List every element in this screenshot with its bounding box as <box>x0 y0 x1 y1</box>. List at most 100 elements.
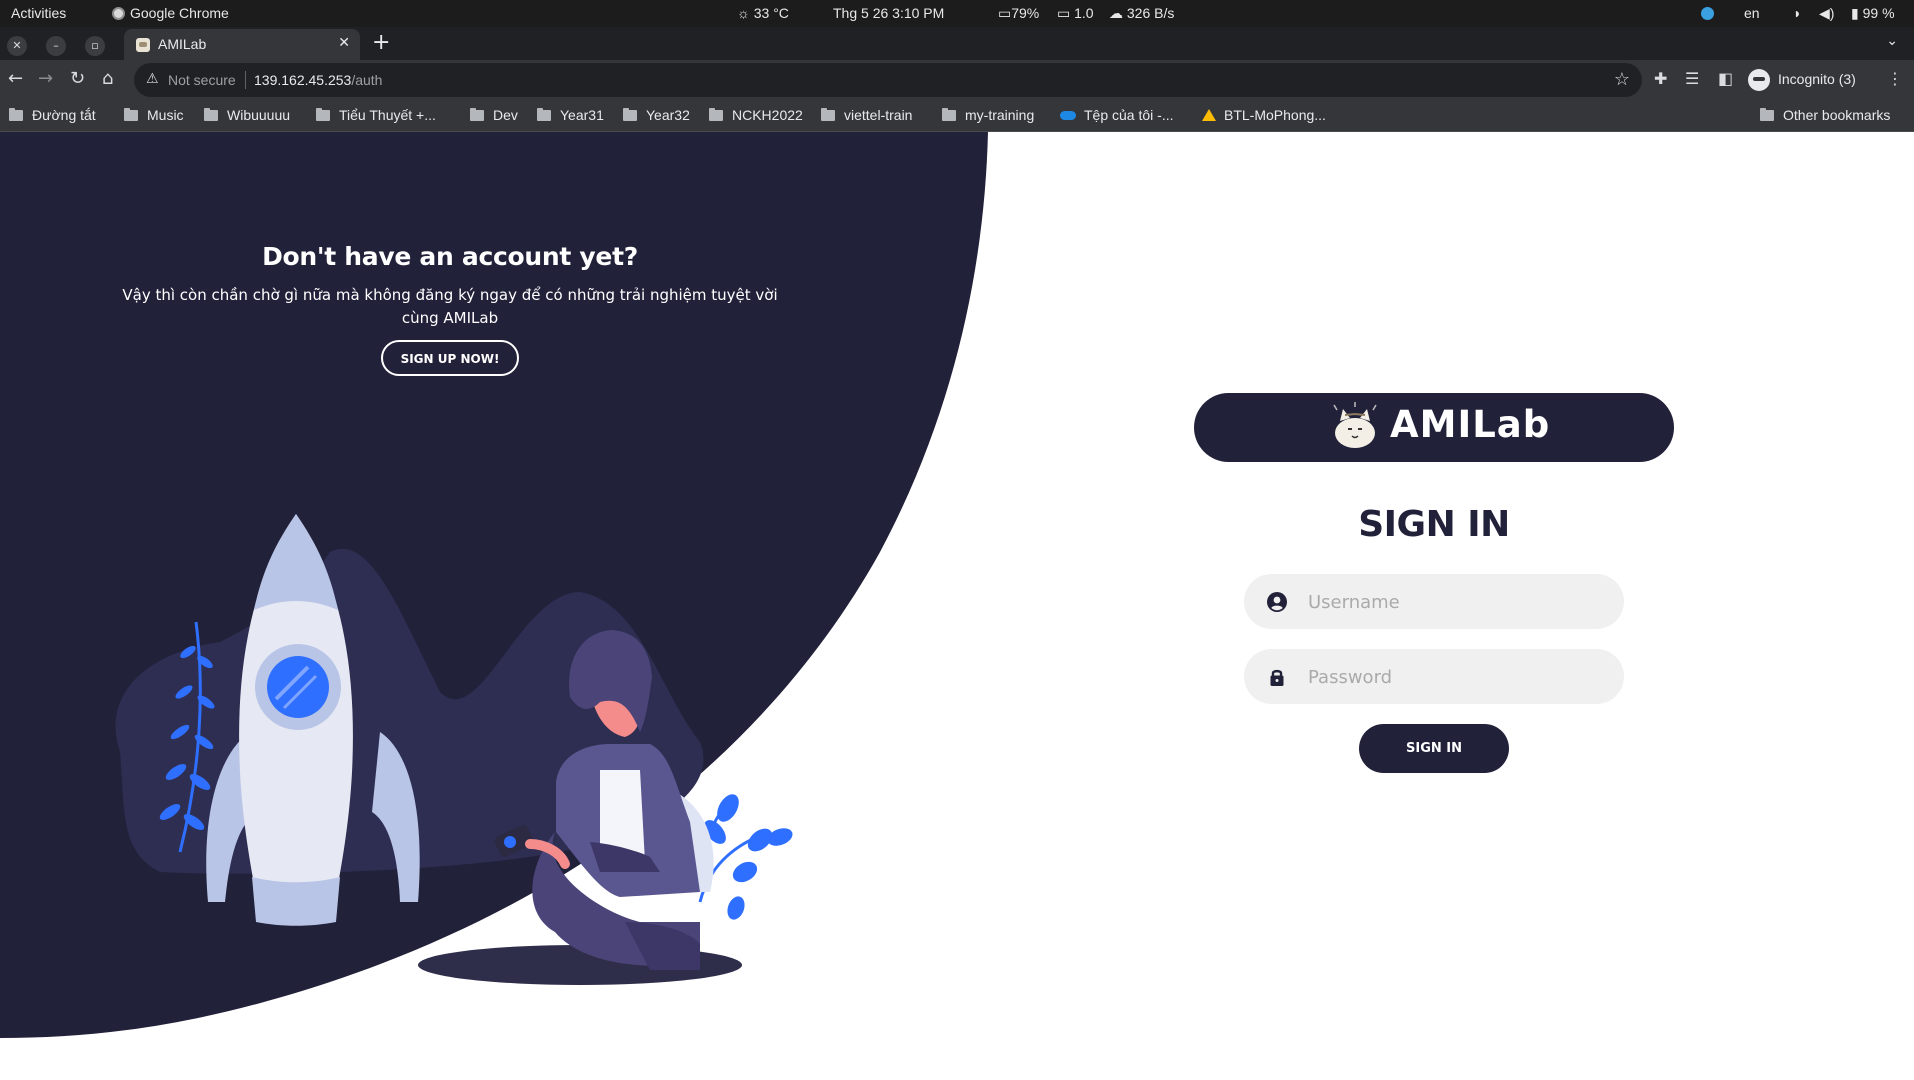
sign-up-now-button[interactable]: SIGN UP NOW! <box>380 340 520 376</box>
bookmark-folder[interactable]: Year31 <box>537 107 604 123</box>
cat-mascot-icon <box>1333 402 1377 448</box>
url-path: /auth <box>351 72 383 88</box>
media-queue-icon[interactable]: ☰ <box>1685 69 1699 88</box>
bookmark-label: Year32 <box>646 107 690 123</box>
bookmark-folder[interactable]: Wibuuuuu <box>204 107 290 123</box>
new-tab-button[interactable]: + <box>372 30 390 55</box>
url-host: 139.162.45.253 <box>254 72 352 88</box>
system-top-bar: Activities Google Chrome ☼ 33 °C Thg 5 2… <box>0 0 1914 27</box>
bookmark-folder[interactable]: NCKH2022 <box>709 107 803 123</box>
reload-icon[interactable]: ↻ <box>70 69 85 89</box>
battery-saver-indicator[interactable]: ▭79% <box>998 5 1039 22</box>
lock-icon <box>1270 669 1284 686</box>
folder-icon <box>316 108 330 121</box>
side-panel-icon[interactable]: ◧ <box>1718 69 1733 88</box>
username-input[interactable] <box>1306 574 1610 631</box>
bookmark-label: Year31 <box>560 107 604 123</box>
battery-saver-text: 79% <box>1011 5 1040 21</box>
language-indicator[interactable]: en <box>1744 5 1760 21</box>
bookmark-link[interactable]: Tệp của tôi -... <box>1060 107 1173 123</box>
folder-icon <box>709 108 723 121</box>
bookmark-star-icon[interactable]: ☆ <box>1614 69 1630 90</box>
tab-favicon-icon <box>136 38 150 52</box>
wifi-icon[interactable]: ◗ <box>1793 5 1801 21</box>
address-bar[interactable]: ⚠ Not secure 139.162.45.253/auth ☆ <box>134 63 1642 97</box>
folder-icon <box>1760 108 1774 121</box>
browser-tab-strip: ✕ – ▫ AMILab ✕ + ⌄ <box>0 27 1914 60</box>
bookmark-folder[interactable]: Dev <box>470 107 518 123</box>
tab-amilab[interactable]: AMILab ✕ <box>124 29 360 60</box>
sign-in-title: SIGN IN <box>1358 504 1510 545</box>
brand-name: AMILab <box>1390 403 1551 446</box>
weather-indicator[interactable]: ☼ 33 °C <box>737 5 789 21</box>
tab-close-icon[interactable]: ✕ <box>338 35 350 51</box>
user-circle-icon <box>1267 592 1287 612</box>
address-divider <box>245 71 246 89</box>
incognito-label: Incognito (3) <box>1778 71 1856 87</box>
google-drive-icon <box>1202 109 1216 121</box>
bookmark-link[interactable]: BTL-MoPhong... <box>1202 107 1326 123</box>
activities-button[interactable]: Activities <box>11 5 66 21</box>
bookmark-folder[interactable]: Đường tắt <box>9 107 96 123</box>
chrome-menu-kebab-icon[interactable]: ⋮ <box>1887 69 1903 88</box>
window-restore-button[interactable]: ▫ <box>85 36 105 56</box>
bookmarks-bar: Đường tắt Music Wibuuuuu Tiểu Thuyết +..… <box>0 100 1914 132</box>
right-plant <box>698 794 793 920</box>
username-field[interactable] <box>1244 574 1624 631</box>
load-indicator[interactable]: ▭ 1.0 <box>1057 5 1094 22</box>
folder-icon <box>9 108 23 121</box>
active-app-name: Google Chrome <box>130 5 229 21</box>
folder-icon <box>537 108 551 121</box>
battery-outline-icon: ▭ <box>998 5 1012 21</box>
folder-icon <box>942 108 956 121</box>
password-field[interactable] <box>1244 649 1624 706</box>
active-app-menu[interactable]: Google Chrome <box>112 5 229 21</box>
other-bookmarks-folder[interactable]: Other bookmarks <box>1760 107 1890 123</box>
tab-title: AMILab <box>158 36 207 52</box>
network-speed-text: 326 B/s <box>1126 5 1175 21</box>
monitor-icon: ▭ <box>1057 5 1071 21</box>
bookmark-label: Wibuuuuu <box>227 107 291 123</box>
url-text[interactable]: 139.162.45.253/auth <box>254 72 382 88</box>
clock[interactable]: Thg 5 26 3:10 PM <box>833 5 944 21</box>
extensions-puzzle-icon[interactable]: ✚ <box>1654 69 1667 88</box>
forward-arrow-icon[interactable]: → <box>38 69 53 89</box>
bookmark-folder[interactable]: my-training <box>942 107 1034 123</box>
brand-logo-banner: AMILab <box>1194 393 1674 462</box>
promo-heading: Don't have an account yet? <box>262 242 638 271</box>
warning-triangle-icon[interactable]: ⚠ <box>146 71 159 87</box>
onedrive-icon <box>1060 111 1076 120</box>
promo-text: Vậy thì còn chần chờ gì nữa mà không đăn… <box>122 286 778 327</box>
incognito-profile-button[interactable]: Incognito (3) <box>1746 66 1874 94</box>
battery-indicator[interactable]: ▮ 99 % <box>1851 5 1895 22</box>
auth-page: Don't have an account yet? Vậy thì còn c… <box>0 132 1914 1080</box>
bookmark-label: Tiểu Thuyết +... <box>339 107 436 123</box>
volume-icon[interactable]: ◀) <box>1819 5 1834 22</box>
sign-in-button[interactable]: SIGN IN <box>1359 724 1509 773</box>
load-text: 1.0 <box>1074 5 1094 21</box>
bookmark-label: Dev <box>493 107 518 123</box>
weather-text: 33 °C <box>753 5 789 21</box>
bookmark-folder[interactable]: viettel-train <box>821 107 912 123</box>
browser-toolbar: ← → ↻ ⌂ ⚠ Not secure 139.162.45.253/auth… <box>0 60 1914 100</box>
folder-icon <box>124 108 138 121</box>
security-label[interactable]: Not secure <box>168 72 236 88</box>
tab-search-chevron-icon[interactable]: ⌄ <box>1886 33 1898 49</box>
telegram-tray-icon[interactable] <box>1701 5 1714 21</box>
bookmark-folder[interactable]: Tiểu Thuyết +... <box>316 107 436 123</box>
password-input[interactable] <box>1306 649 1610 706</box>
battery-text: 99 % <box>1862 5 1895 21</box>
window-close-button[interactable]: ✕ <box>7 36 27 56</box>
home-icon[interactable]: ⌂ <box>102 69 113 89</box>
back-arrow-icon[interactable]: ← <box>8 69 23 89</box>
bookmark-label: NCKH2022 <box>732 107 803 123</box>
network-speed-indicator[interactable]: ☁ 326 B/s <box>1109 5 1174 22</box>
sun-icon: ☼ <box>737 5 750 21</box>
folder-icon <box>204 108 218 121</box>
bookmark-folder[interactable]: Year32 <box>623 107 690 123</box>
bookmark-label: Music <box>147 107 184 123</box>
folder-icon <box>470 108 484 121</box>
window-minimize-button[interactable]: – <box>46 36 66 56</box>
cloud-upload-icon: ☁ <box>1109 5 1123 21</box>
bookmark-folder[interactable]: Music <box>124 107 184 123</box>
